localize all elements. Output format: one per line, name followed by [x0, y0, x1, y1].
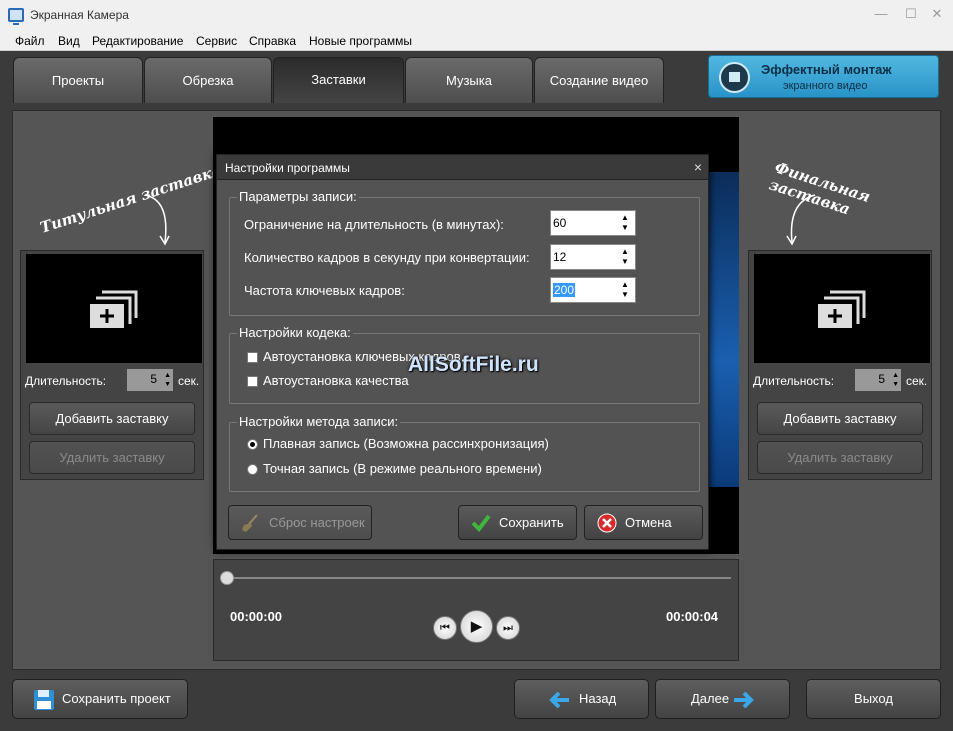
tab-music[interactable]: Музыка — [405, 57, 533, 103]
fps-label: Количество кадров в секунду при конверта… — [244, 250, 530, 265]
current-time: 00:00:00 — [230, 609, 283, 624]
duration-limit-label: Ограничение на длительность (в минутах): — [244, 217, 504, 232]
final-intro-preview[interactable] — [754, 254, 930, 363]
exit-button[interactable]: Выход — [806, 679, 941, 719]
auto-quality-label[interactable]: Автоустановка качества — [263, 373, 409, 388]
smooth-record-radio[interactable] — [247, 439, 258, 450]
floppy-disk-icon — [34, 690, 54, 710]
promo-subtitle: экранного видео — [783, 80, 868, 92]
reset-settings-button[interactable]: Сброс настроек — [228, 505, 372, 540]
seek-track[interactable] — [226, 577, 731, 579]
cancel-icon — [597, 513, 617, 533]
total-time: 00:00:04 — [666, 609, 719, 624]
left-arrow-icon — [144, 194, 170, 246]
menu-new-programs[interactable]: Новые программы — [309, 34, 412, 48]
dialog-close-icon[interactable]: × — [694, 159, 702, 175]
save-settings-button[interactable]: Сохранить — [458, 505, 577, 540]
next-button[interactable]: Далее — [655, 679, 790, 719]
fps-input[interactable]: 12 ▲ ▼ — [550, 244, 636, 270]
menu-edit[interactable]: Редактирование — [92, 34, 183, 48]
record-method-group: Настройки метода записи: Плавная запись … — [229, 414, 700, 492]
player-panel: 00:00:00 00:00:04 ⏮ ▶ ⏭ — [213, 559, 739, 661]
menu-help[interactable]: Справка — [249, 34, 296, 48]
duration-input[interactable]: 5 ▲ ▼ — [127, 369, 173, 391]
skip-back-icon[interactable]: ⏮ — [433, 616, 457, 640]
precise-record-radio[interactable] — [247, 464, 258, 475]
add-final-intro-button[interactable]: Добавить заставку — [757, 402, 923, 435]
clapperboard-icon — [719, 62, 750, 93]
record-params-legend: Параметры записи: — [237, 189, 359, 204]
duration-unit: сек. — [906, 374, 928, 388]
menu-file[interactable]: Файл — [15, 34, 45, 48]
desktop-preview-image — [708, 172, 739, 487]
duration-limit-spinner[interactable]: ▲ ▼ — [621, 213, 631, 233]
tab-create-video[interactable]: Создание видео — [534, 57, 664, 103]
remove-final-intro-button[interactable]: Удалить заставку — [757, 441, 923, 474]
add-title-intro-button[interactable]: Добавить заставку — [29, 402, 195, 435]
title-intro-panel: Длительность: 5 ▲ ▼ сек. Добавить заставк… — [20, 250, 204, 480]
duration-label: Длительность: — [753, 374, 835, 388]
duration-limit-input[interactable]: 60 ▲ ▼ — [550, 210, 636, 236]
smooth-record-label[interactable]: Плавная запись (Возможна рассинхронизаци… — [263, 436, 549, 451]
final-intro-panel: Длительность: 5 ▲ ▼ сек. Добавить заставк… — [748, 250, 932, 480]
right-arrow-icon — [786, 194, 816, 246]
menu-bar: Файл Вид Редактирование Сервис Справка Н… — [0, 32, 953, 51]
close-window-button[interactable]: ✕ — [927, 6, 947, 24]
skip-forward-icon[interactable]: ⏭ — [496, 616, 520, 640]
duration-input[interactable]: 5 ▲ ▼ — [855, 369, 901, 391]
duration-unit: сек. — [178, 374, 200, 388]
seek-handle[interactable] — [220, 571, 234, 585]
precise-record-label[interactable]: Точная запись (В режиме реального времен… — [263, 461, 542, 476]
remove-title-intro-button[interactable]: Удалить заставку — [29, 441, 195, 474]
save-project-button[interactable]: Сохранить проект — [12, 679, 188, 719]
record-method-legend: Настройки метода записи: — [237, 414, 401, 429]
arrow-left-icon — [549, 691, 569, 709]
watermark-text: AllSoftFile.ru — [408, 353, 539, 376]
dialog-title: Настройки программы — [217, 155, 708, 180]
cancel-settings-button[interactable]: Отмена — [584, 505, 703, 540]
fps-spinner[interactable]: ▲ ▼ — [621, 247, 631, 267]
tab-trim[interactable]: Обрезка — [144, 57, 272, 103]
window-title: Экранная Камера — [30, 8, 129, 22]
maximize-button[interactable]: ☐ — [901, 6, 921, 24]
keyframe-rate-input[interactable]: 200 ▲ ▼ — [550, 277, 636, 303]
codec-legend: Настройки кодека: — [237, 325, 353, 340]
add-slides-icon — [818, 290, 866, 328]
keyframe-rate-spinner[interactable]: ▲ ▼ — [621, 280, 631, 300]
checkmark-icon — [471, 514, 491, 533]
settings-dialog: Настройки программы × Параметры записи: … — [216, 154, 709, 550]
promo-banner[interactable]: Эффектный монтаж экранного видео — [708, 55, 939, 98]
broom-icon — [242, 514, 258, 532]
back-button[interactable]: Назад — [514, 679, 649, 719]
minimize-button[interactable]: — — [871, 6, 891, 24]
tab-intros[interactable]: Заставки — [273, 57, 404, 103]
keyframe-rate-label: Частота ключевых кадров: — [244, 283, 405, 298]
add-slides-icon — [90, 290, 138, 328]
arrow-right-icon — [734, 691, 754, 709]
duration-spinner[interactable]: ▲ ▼ — [161, 371, 171, 389]
record-params-group: Параметры записи: Ограничение на длитель… — [229, 189, 700, 316]
duration-label: Длительность: — [25, 374, 107, 388]
promo-title: Эффектный монтаж — [761, 62, 892, 77]
tab-projects[interactable]: Проекты — [13, 57, 143, 103]
auto-keyframes-checkbox[interactable] — [247, 352, 258, 363]
play-icon[interactable]: ▶ — [460, 610, 493, 643]
menu-view[interactable]: Вид — [58, 34, 80, 48]
app-monitor-icon — [8, 8, 24, 25]
auto-quality-checkbox[interactable] — [247, 376, 258, 387]
title-intro-preview[interactable] — [26, 254, 202, 363]
duration-spinner[interactable]: ▲ ▼ — [889, 371, 899, 389]
menu-service[interactable]: Сервис — [196, 34, 237, 48]
title-bar: Экранная Камера — ☐ ✕ — [0, 0, 953, 32]
